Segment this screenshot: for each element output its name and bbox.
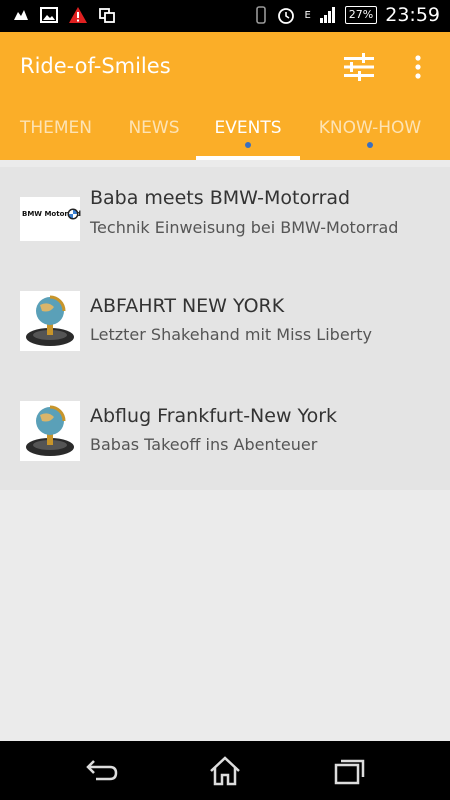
list-item[interactable]: ABFAHRT NEW YORK Letzter Shakehand mit M… — [0, 273, 450, 381]
recycle-icon — [14, 10, 28, 20]
notification-icons — [12, 6, 116, 24]
item-subtitle: Babas Takeoff ins Abenteuer — [90, 435, 318, 454]
image-icon — [40, 7, 58, 23]
battery-icon: 27% — [344, 6, 378, 24]
item-title: Baba meets BMW-Motorrad — [90, 187, 351, 209]
signal-icon — [319, 7, 335, 23]
events-list: BMW Motorrad Baba meets BMW-Motorrad Tec… — [0, 167, 450, 490]
filter-icon[interactable] — [342, 52, 376, 82]
item-subtitle: Technik Einweisung bei BMW-Motorrad — [90, 218, 399, 237]
screen-icon — [99, 8, 115, 23]
vibrate-icon — [256, 6, 267, 24]
tab-events[interactable]: EVENTS — [196, 110, 300, 160]
item-subtitle: Letzter Shakehand mit Miss Liberty — [90, 325, 372, 344]
bmw-motorrad-logo: BMW Motorrad — [20, 197, 81, 241]
recent-apps-icon[interactable] — [330, 753, 370, 789]
warning-icon — [69, 7, 87, 23]
tab-know-how[interactable]: KNOW-HOW — [306, 110, 434, 160]
status-bar: E 27% 23:59 — [0, 0, 450, 32]
list-item[interactable]: BMW Motorrad Baba meets BMW-Motorrad Tec… — [0, 167, 450, 273]
more-vert-icon[interactable] — [408, 52, 428, 82]
globe-tire-icon — [20, 401, 80, 461]
item-title: ABFAHRT NEW YORK — [90, 295, 285, 317]
system-icons: E 27% 23:59 — [254, 4, 440, 26]
tab-news[interactable]: NEWS — [108, 110, 200, 160]
tab-bar: THEMEN NEWS EVENTS KNOW-HOW — [0, 110, 450, 160]
bmw-roundel-icon — [67, 208, 79, 220]
tab-events-dot — [245, 142, 251, 148]
app-bar: Ride-of-Smiles THEMEN NEWS EVENTS KNOW-H… — [0, 32, 450, 160]
item-title: Abflug Frankfurt-New York — [90, 405, 338, 427]
globe-tire-icon — [20, 291, 80, 351]
app-title: Ride-of-Smiles — [20, 54, 171, 78]
alarm-icon — [278, 8, 295, 24]
navigation-bar — [0, 741, 450, 800]
tab-indicator — [196, 156, 300, 160]
status-time: 23:59 — [385, 4, 440, 26]
back-icon[interactable] — [80, 753, 120, 789]
list-item[interactable]: Abflug Frankfurt-New York Babas Takeoff … — [0, 381, 450, 490]
network-type: E — [304, 9, 311, 21]
home-icon[interactable] — [205, 753, 245, 789]
tab-themen[interactable]: THEMEN — [4, 110, 108, 160]
tab-know-how-dot — [367, 142, 373, 148]
